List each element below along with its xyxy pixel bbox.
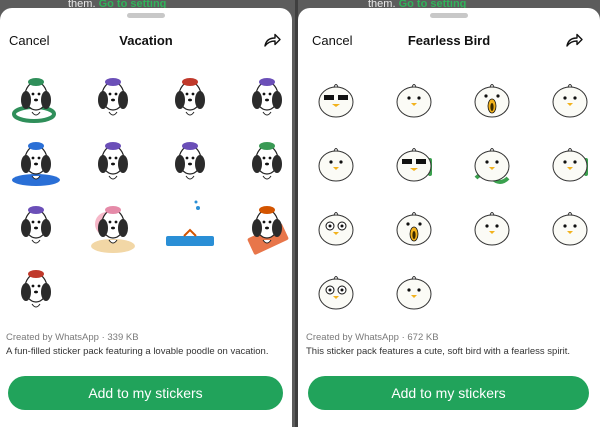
sheet-header: Cancel Vacation [0,30,292,52]
background-text-right: them. Go to setting [368,0,466,8]
sticker-4[interactable] [540,70,600,130]
sticker-12[interactable] [540,198,600,258]
sticker-3[interactable] [160,68,220,128]
sticker-13[interactable] [6,260,66,320]
share-icon[interactable] [262,30,282,50]
sticker-3[interactable] [462,70,522,130]
sheet-grabber[interactable] [127,13,165,18]
pack-title: Fearless Bird [407,33,491,48]
share-icon[interactable] [564,30,584,50]
sticker-10[interactable] [83,196,143,256]
sticker-8[interactable] [540,134,600,194]
add-to-my-stickers-button[interactable]: Add to my stickers [8,376,283,410]
go-to-setting-link[interactable]: Go to setting [99,0,167,8]
sticker-4[interactable] [237,68,292,128]
sheet-header: Cancel Fearless Bird [298,30,600,52]
sticker-pack-sheet-vacation: Cancel Vacation Created by WhatsApp · 33… [0,8,292,427]
add-to-my-stickers-button[interactable]: Add to my stickers [308,376,589,410]
background-text-prefix: them. [68,0,96,8]
sticker-pack-sheet-fearless-bird: Cancel Fearless Bird Created by WhatsApp… [298,8,600,427]
sticker-7[interactable] [160,132,220,192]
sticker-5[interactable] [6,132,66,192]
pack-description: This sticker pack features a cute, soft … [306,346,570,357]
background-text: them. Go to setting [68,0,166,8]
sticker-10[interactable] [384,198,444,258]
sticker-9[interactable] [306,198,366,258]
sticker-11[interactable] [462,198,522,258]
sticker-13[interactable] [306,262,366,322]
sticker-1[interactable] [306,70,366,130]
pack-creator-info: Created by WhatsApp · 339 KB [6,332,139,343]
sticker-1[interactable] [6,68,66,128]
go-to-setting-link[interactable]: Go to setting [399,0,467,8]
background-text-prefix: them. [368,0,396,8]
sheet-grabber[interactable] [430,13,468,18]
sticker-9[interactable] [6,196,66,256]
pack-description: A fun-filled sticker pack featuring a lo… [6,346,269,357]
sticker-2[interactable] [384,70,444,130]
sticker-7[interactable] [462,134,522,194]
pack-title: Vacation [119,33,173,48]
sticker-8[interactable] [237,132,292,192]
sticker-14[interactable] [384,262,444,322]
sticker-5[interactable] [306,134,366,194]
sticker-12[interactable] [237,196,292,256]
pack-creator-info: Created by WhatsApp · 672 KB [306,332,439,343]
sticker-2[interactable] [83,68,143,128]
sticker-11[interactable] [160,196,220,256]
sticker-6[interactable] [384,134,444,194]
sticker-6[interactable] [83,132,143,192]
